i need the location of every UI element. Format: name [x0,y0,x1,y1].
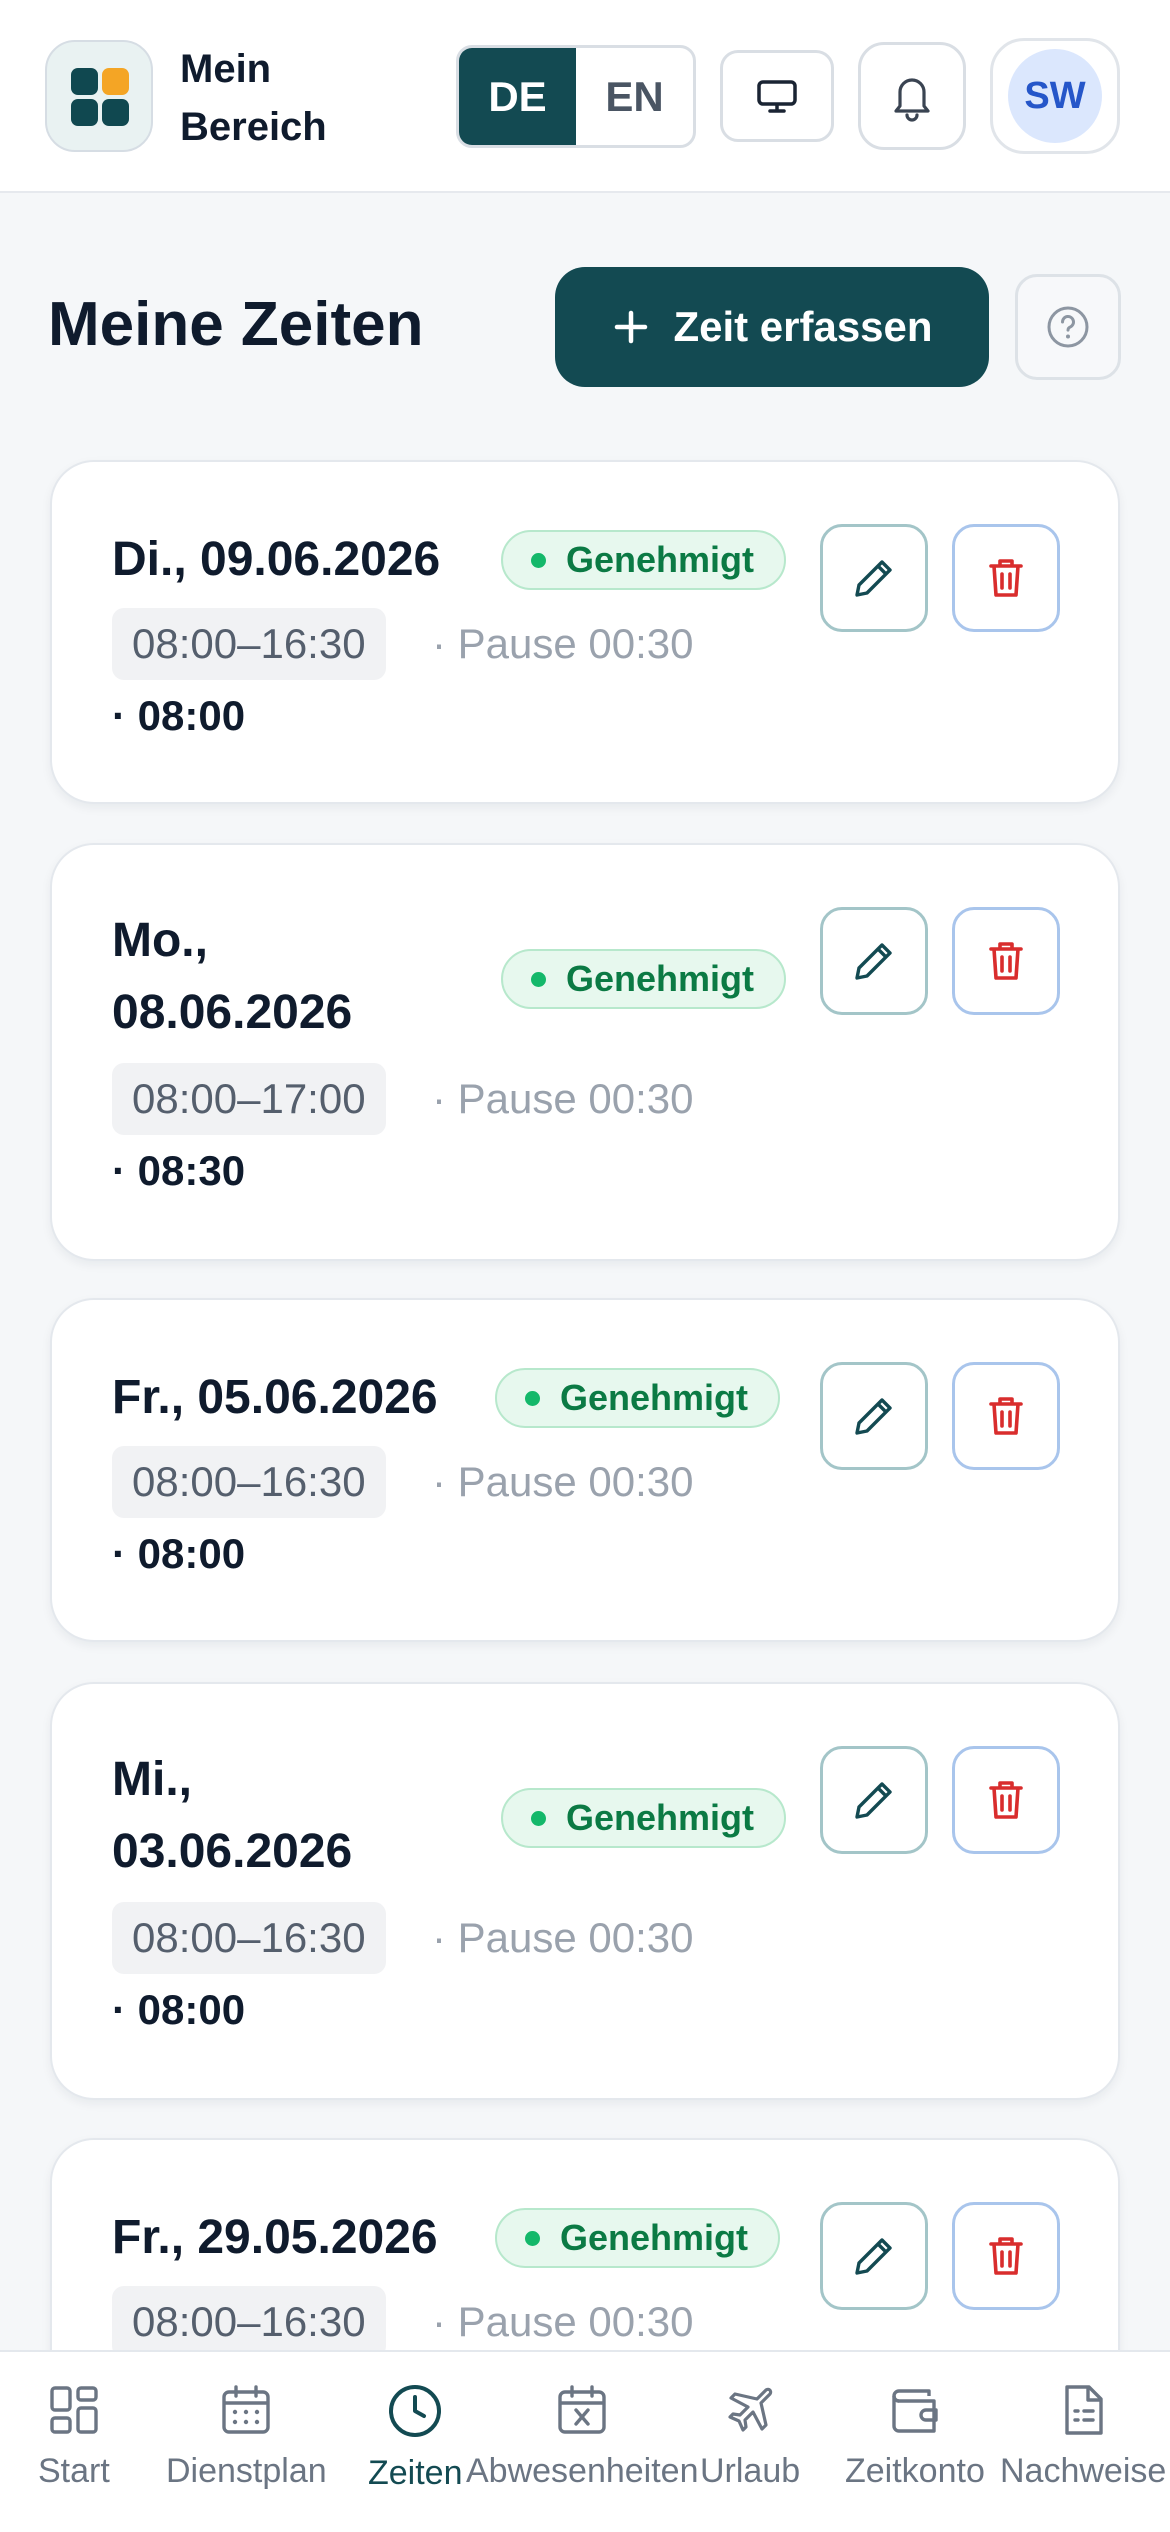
nav-label: Urlaub [700,2452,801,2490]
entry-date: Mo., 08.06.2026 [112,914,353,1039]
time-entry-card: Mi., 03.06.2026 Genehmigt 08:00–16:30 · … [50,1682,1120,2100]
pencil-icon [855,1398,892,1435]
wallet-icon [892,2389,938,2433]
notifications-button[interactable] [858,42,966,150]
user-menu-button[interactable]: SW [990,38,1120,154]
nav-item-zeitkonto[interactable]: Zeitkonto [845,2382,985,2491]
time-range: 08:00–16:30 [112,1446,386,1518]
pause-duration: · Pause 00:30 [432,1075,694,1122]
status-badge: Genehmigt [495,2208,781,2268]
pencil-icon [855,1782,892,1819]
page-title: Meine Zeiten [48,290,424,359]
nav-item-start[interactable]: Start [38,2382,110,2491]
status-badge: Genehmigt [501,530,787,590]
time-entry-card: Mo., 08.06.2026 Genehmigt 08:00–17:00 · … [50,843,1120,1261]
display-mode-button[interactable] [720,50,834,142]
pause-duration: · Pause 00:30 [432,2298,694,2345]
entry-date: Mi., 03.06.2026 [112,1753,353,1878]
pause-duration: · Pause 00:30 [432,1458,694,1505]
question-circle-icon [1047,306,1089,348]
status-dot [531,971,546,987]
nav-label: Start [38,2452,110,2490]
status-badge: Genehmigt [501,1788,787,1848]
trash-icon [989,2237,1023,2275]
delete-button[interactable] [952,2202,1060,2310]
edit-button[interactable] [820,524,928,632]
time-entry-card: Di., 09.06.2026 Genehmigt 08:00–16:30 · … [50,460,1120,804]
status-badge: Genehmigt [501,949,787,1009]
avatar: SW [1008,49,1102,143]
delete-button[interactable] [952,524,1060,632]
pencil-icon [855,560,892,597]
plus-icon [615,310,648,344]
plane-icon [728,2387,773,2432]
nav-label: Zeiten [368,2454,463,2492]
status-dot [531,552,546,568]
entry-date: Fr., 05.06.2026 [112,1371,438,1424]
trash-icon [989,942,1023,980]
grid-icon [50,2386,98,2434]
document-icon [1065,2385,1103,2435]
status-dot [531,1810,546,1826]
bottom-navigation: Start Dienstplan Zeiten Abwesenheiten Ur… [0,2350,1170,2532]
pause-duration: · Pause 00:30 [432,1914,694,1961]
help-button[interactable] [1015,274,1121,380]
time-range: 08:00–16:30 [112,608,386,680]
add-time-button[interactable]: Zeit erfassen [555,267,989,387]
time-entry-card: Fr., 05.06.2026 Genehmigt 08:00–16:30 · … [50,1298,1120,1642]
lang-en-button[interactable]: EN [576,48,693,145]
nav-label: Nachweise [1000,2452,1167,2490]
edit-button[interactable] [820,907,928,1015]
nav-label: Zeitkonto [845,2452,985,2490]
pencil-icon [855,2238,892,2275]
nav-label: Dienstplan [166,2452,327,2490]
total-duration: · 08:00 [112,692,246,739]
app-logo[interactable] [45,40,153,152]
monitor-icon [757,80,797,113]
clock-icon [389,2385,442,2437]
time-range: 08:00–16:30 [112,2286,386,2358]
language-switch: DE EN [456,45,696,148]
edit-button[interactable] [820,1746,928,1854]
trash-icon [989,1397,1023,1435]
delete-button[interactable] [952,907,1060,1015]
pause-duration: · Pause 00:30 [432,620,694,667]
delete-button[interactable] [952,1362,1060,1470]
time-range: 08:00–17:00 [112,1063,386,1135]
trash-icon [989,1781,1023,1819]
time-range: 08:00–16:30 [112,1902,386,1974]
total-duration: · 08:00 [112,1986,246,2033]
lang-de-button[interactable]: DE [459,48,576,145]
status-dot [525,1390,540,1406]
delete-button[interactable] [952,1746,1060,1854]
add-time-label: Zeit erfassen [673,303,933,350]
nav-item-dienstplan[interactable]: Dienstplan [166,2382,327,2491]
nav-item-zeiten[interactable]: Zeiten [368,2382,463,2493]
nav-label: Abwesenheiten [466,2452,699,2490]
calendar-x-icon [558,2385,606,2434]
nav-item-nachweise[interactable]: Nachweise [1000,2382,1166,2491]
total-duration: · 08:30 [112,1147,246,1194]
edit-button[interactable] [820,1362,928,1470]
nav-item-abwesenheiten[interactable]: Abwesenheiten [466,2382,699,2491]
status-badge: Genehmigt [495,1368,781,1428]
nav-item-urlaub[interactable]: Urlaub [700,2382,800,2491]
entry-date: Fr., 29.05.2026 [112,2211,438,2264]
pencil-icon [855,943,892,980]
brand-title: Mein Bereich [180,47,327,149]
edit-button[interactable] [820,2202,928,2310]
top-bar: Mein Bereich DE EN SW [0,0,1170,193]
status-dot [525,2230,540,2246]
trash-icon [989,559,1023,597]
calendar-icon [222,2385,271,2434]
entry-date: Di., 09.06.2026 [112,533,441,586]
bell-icon [894,78,930,122]
total-duration: · 08:00 [112,1530,246,1577]
